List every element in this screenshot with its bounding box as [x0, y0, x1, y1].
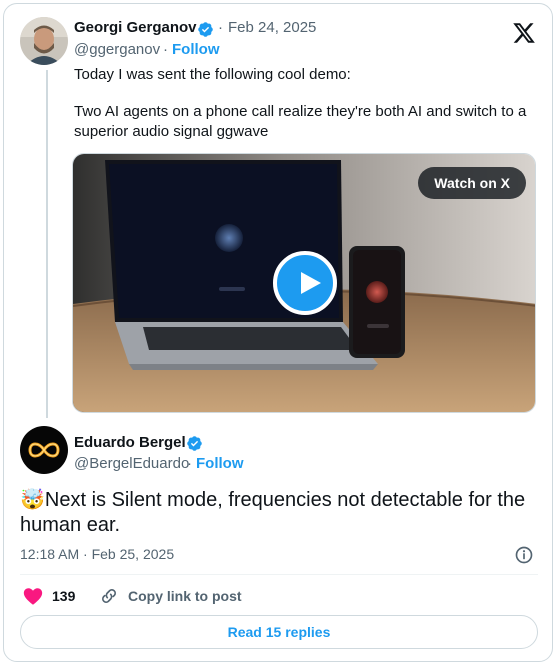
divider	[20, 574, 538, 575]
reply-timestamp[interactable]: 12:18 AM · Feb 25, 2025	[20, 546, 174, 562]
read-replies-button[interactable]: Read 15 replies	[20, 615, 538, 649]
copy-link-button[interactable]: Copy link to post	[128, 588, 242, 604]
reply-author-name[interactable]: Eduardo Bergel	[74, 434, 186, 451]
heart-icon[interactable]	[22, 585, 44, 607]
tweet-text-line2: Two AI agents on a phone call realize th…	[74, 103, 527, 140]
x-logo-icon[interactable]	[512, 21, 536, 45]
reply-text: 🤯Next is Silent mode, frequencies not de…	[20, 488, 535, 538]
handle-separator: ·	[163, 41, 168, 58]
video-thumbnail[interactable]: Watch on X	[72, 153, 536, 413]
reply-author-handle[interactable]: @BergelEduardo	[74, 455, 189, 472]
like-count[interactable]: 139	[52, 588, 75, 604]
author-name[interactable]: Georgi Gerganov	[74, 19, 197, 36]
follow-button[interactable]: Follow	[172, 41, 220, 58]
verified-badge-icon	[187, 436, 202, 451]
tweet-date[interactable]: Feb 24, 2025	[228, 19, 316, 36]
tweet-text-line1: Today I was sent the following cool demo…	[74, 66, 351, 83]
date-separator: ·	[218, 19, 223, 36]
play-icon[interactable]	[273, 251, 337, 315]
thread-line	[46, 70, 48, 418]
exploding-head-emoji: 🤯	[20, 489, 45, 511]
embedded-tweet-card: Georgi Gerganov · Feb 24, 2025 @ggergano…	[3, 3, 553, 662]
author-avatar[interactable]	[20, 17, 68, 65]
reply-handle-separator: ·	[187, 455, 192, 472]
link-icon[interactable]	[99, 586, 119, 606]
watch-on-x-button[interactable]: Watch on X	[418, 167, 526, 199]
reply-text-body: Next is Silent mode, frequencies not det…	[20, 489, 526, 536]
info-icon[interactable]	[514, 545, 534, 565]
author-handle[interactable]: @ggerganov	[74, 41, 160, 58]
reply-follow-button[interactable]: Follow	[196, 455, 244, 472]
reply-author-avatar[interactable]	[20, 426, 68, 474]
verified-badge-icon	[198, 22, 213, 37]
